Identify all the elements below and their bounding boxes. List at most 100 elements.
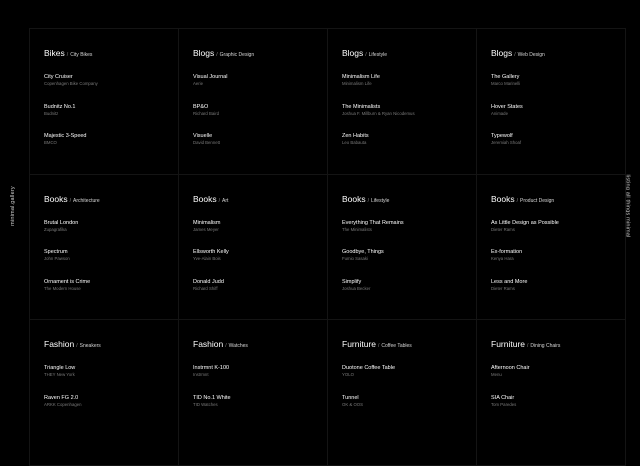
category-link[interactable]: Furniture <box>342 339 376 349</box>
item-title: Typewolf <box>491 133 513 139</box>
category-link[interactable]: Bikes <box>44 48 65 58</box>
list-item[interactable]: Spectrum John Pawson <box>44 248 164 278</box>
subcategory-link[interactable]: Coffee Tables <box>381 343 411 349</box>
card-header: Furniture / Coffee Tables <box>342 334 462 364</box>
list-item[interactable]: Donald Judd Richard Shiff <box>193 278 313 308</box>
card-header: Blogs / Lifestyle <box>342 43 462 73</box>
category-link[interactable]: Fashion <box>44 339 74 349</box>
item-title: Raven FG 2.0 <box>44 394 79 401</box>
item-author: Aerie <box>193 81 204 86</box>
item-author: Copenhagen Bike Company <box>44 81 98 86</box>
list-item[interactable]: TID No.1 White TID Watches <box>193 394 313 424</box>
category-separator: / <box>69 197 72 204</box>
list-item[interactable]: City Cruiser Copenhagen Bike Company <box>44 73 164 103</box>
category-link[interactable]: Blogs <box>193 48 214 58</box>
item-title: Visual Journal <box>193 74 228 80</box>
subcategory-link[interactable]: City Bikes <box>70 52 92 58</box>
list-item[interactable]: Majestic 3-Speed BMCO <box>44 132 164 162</box>
list-item[interactable]: Less and More Dieter Rams <box>491 278 611 308</box>
item-author: TID Watches <box>193 401 218 407</box>
list-item[interactable]: Instrmnt K-100 Instrmnt <box>193 364 313 394</box>
list-item[interactable]: Triangle Low THEY New York <box>44 364 164 394</box>
list-item[interactable]: Ex-formation Kenya Hara <box>491 248 611 278</box>
list-item[interactable]: SIA Chair Tom Paredes <box>491 394 611 424</box>
item-author: Leo Babauta <box>342 140 367 145</box>
category-link[interactable]: Fashion <box>193 339 223 349</box>
subcategory-link[interactable]: Product Design <box>520 198 554 204</box>
category-link[interactable]: Books <box>342 194 366 204</box>
category-link[interactable]: Books <box>193 194 217 204</box>
item-title: SIA Chair <box>491 394 515 401</box>
item-author: Yve-Alain Bois <box>193 256 221 261</box>
subcategory-link[interactable]: Art <box>222 198 228 204</box>
list-item[interactable]: Hover States Animade <box>491 103 611 133</box>
list-item[interactable]: Zen Habits Leo Babauta <box>342 132 462 162</box>
item-title: BP&O <box>193 103 209 110</box>
list-item[interactable]: Tunnel OK & OOS <box>342 394 462 424</box>
category-separator: / <box>76 343 78 349</box>
card-header: Furniture / Dining Chairs <box>491 334 611 364</box>
category-link[interactable]: Books <box>44 194 68 204</box>
list-item[interactable]: Brutal London Zupagrafika <box>44 219 164 249</box>
subcategory-link[interactable]: Lifestyle <box>371 198 389 204</box>
subcategory-link[interactable]: Watches <box>229 343 248 349</box>
item-author: Dieter Rams <box>491 285 515 291</box>
list-item[interactable]: Everything That Remains The Minimalists <box>342 219 462 249</box>
item-author: Joshua F. Millburn & Ryan Nicodemus <box>342 110 415 116</box>
list-item[interactable]: Ornament is Crime The Modern House <box>44 278 164 308</box>
item-title: Simplify <box>342 278 362 285</box>
item-title: Majestic 3-Speed <box>44 133 87 139</box>
item-title: Spectrum <box>44 249 68 255</box>
subcategory-link[interactable]: Lifestyle <box>369 52 387 58</box>
list-item[interactable]: Minimalism James Meyer <box>193 219 313 249</box>
list-item[interactable]: Typewolf Jeremiah Shoaf <box>491 132 611 162</box>
item-author: Tom Paredes <box>491 401 517 407</box>
list-item[interactable]: Minimalism Life Minimalism Life <box>342 73 462 103</box>
item-author: Fumio Sasaki <box>342 256 369 261</box>
item-author: James Meyer <box>193 226 219 232</box>
item-author: The Minimalists <box>342 226 372 232</box>
item-author: Richard Baird <box>193 110 220 116</box>
list-item[interactable]: The Gallery Marco Marinelli <box>491 73 611 103</box>
category-link[interactable]: Books <box>491 194 515 204</box>
item-title: The Minimalists <box>342 103 381 110</box>
card-header: Books / Architecture <box>44 189 164 219</box>
item-author: Dieter Rams <box>491 226 515 232</box>
list-item[interactable]: Visual Journal Aerie <box>193 73 313 103</box>
item-title: The Gallery <box>491 74 520 80</box>
item-author: Animade <box>491 110 508 116</box>
site-name-vertical[interactable]: minimal.gallery <box>0 0 26 412</box>
list-item[interactable]: Afternoon Chair Menu <box>491 364 611 394</box>
subcategory-link[interactable]: Architecture <box>73 198 100 204</box>
list-item[interactable]: Duotone Coffee Table YOLO <box>342 364 462 394</box>
list-item[interactable]: BP&O Richard Baird <box>193 103 313 133</box>
category-link[interactable]: Furniture <box>491 339 525 349</box>
subcategory-link[interactable]: Dining Chairs <box>530 343 560 349</box>
category-link[interactable]: Blogs <box>342 48 363 58</box>
list-item[interactable]: Ellsworth Kelly Yve-Alain Bois <box>193 248 313 278</box>
item-author: Marco Marinelli <box>491 81 521 86</box>
list-item[interactable]: Goodbye, Things Fumio Sasaki <box>342 248 462 278</box>
category-link[interactable]: Blogs <box>491 48 512 58</box>
item-title: Everything That Remains <box>342 219 404 226</box>
item-author: Zupagrafika <box>44 226 67 232</box>
subcategory-link[interactable]: Web Design <box>518 52 545 58</box>
list-item[interactable]: Budnitz No.1 Budnitz <box>44 103 164 133</box>
category-separator: / <box>66 52 69 58</box>
category-card: Blogs / Web Design The Gallery Marco Marinel… <box>477 29 626 175</box>
subcategory-link[interactable]: Graphic Design <box>220 52 254 58</box>
list-item[interactable]: As Little Design as Possible Dieter Rams <box>491 219 611 249</box>
category-card: Blogs / Lifestyle Minimalism Life Minimalism… <box>328 29 477 175</box>
list-item[interactable]: The Minimalists Joshua F. Millburn & Ryan… <box>342 103 462 133</box>
list-item[interactable]: Visuelle David Bennett <box>193 132 313 162</box>
category-card: Blogs / Graphic Design Visual Journal Aerie B… <box>179 29 328 175</box>
list-item[interactable]: Raven FG 2.0 ARKK Copenhagen <box>44 394 164 424</box>
subcategory-link[interactable]: Sneakers <box>80 343 101 349</box>
item-title: Afternoon Chair <box>491 365 530 371</box>
category-card: Books / Architecture Brutal London Zupagrafi… <box>30 174 179 320</box>
category-separator: / <box>527 343 529 349</box>
category-separator: / <box>218 197 221 204</box>
list-item[interactable]: Simplify Joshua Becker <box>342 278 462 308</box>
item-title: Donald Judd <box>193 278 224 285</box>
site-name-text: minimal.gallery <box>10 186 16 226</box>
